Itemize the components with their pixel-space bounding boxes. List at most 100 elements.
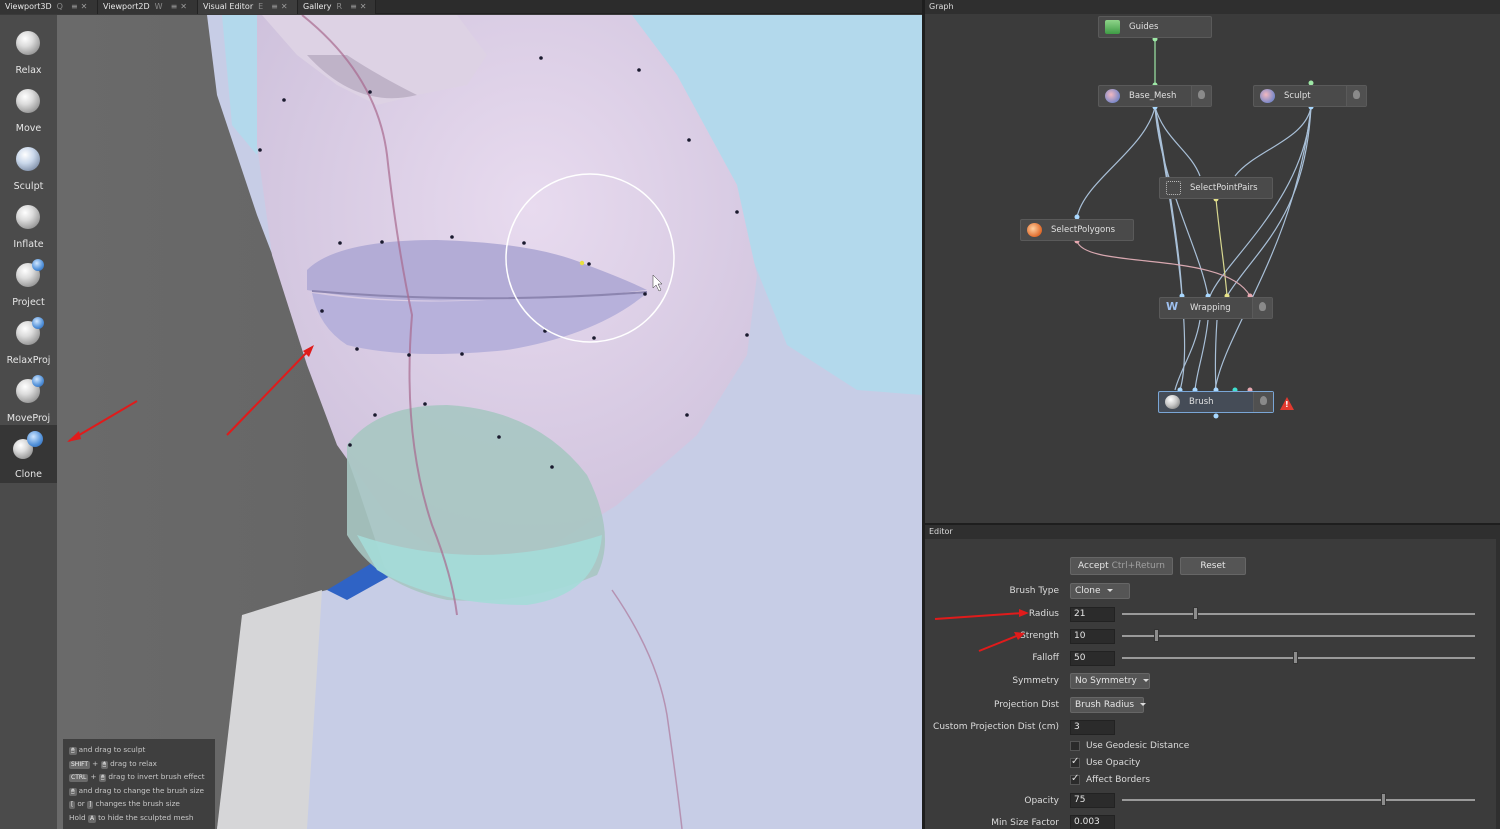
node-base-mesh[interactable]: Base_Mesh — [1098, 85, 1212, 107]
custom-projection-dist-field[interactable]: 3 — [1070, 720, 1115, 735]
warning-icon[interactable]: ! — [1280, 397, 1294, 410]
use-geodesic-label: Use Geodesic Distance — [1086, 741, 1190, 751]
key-badge: SHIFT — [69, 760, 91, 769]
radius-slider-track[interactable] — [1122, 613, 1475, 615]
strength-slider-track[interactable] — [1122, 635, 1475, 637]
node-select-point-pairs[interactable]: SelectPointPairs — [1159, 177, 1273, 199]
visibility-bulb-icon[interactable] — [1252, 298, 1272, 318]
reset-button[interactable]: Reset — [1180, 557, 1246, 575]
tab-label: Gallery — [303, 2, 332, 11]
opacity-field[interactable]: 75 — [1070, 793, 1115, 808]
node-wrapping[interactable]: W Wrapping — [1159, 297, 1273, 319]
tab-visual-editor[interactable]: Visual Editor E ≡✕ — [198, 0, 298, 14]
falloff-field[interactable]: 50 — [1070, 651, 1115, 666]
radius-field[interactable]: 21 — [1070, 607, 1115, 622]
tool-clone[interactable]: Clone — [0, 425, 57, 483]
tab-shortcut: Q — [56, 2, 63, 11]
mouse-icon: 🖱 — [98, 774, 107, 782]
opacity-slider-track[interactable] — [1122, 799, 1475, 801]
projection-dist-dropdown[interactable]: Brush Radius — [1070, 697, 1147, 713]
point-pairs-node-icon — [1166, 181, 1181, 195]
custom-projection-dist-label: Custom Projection Dist (cm) — [933, 722, 1059, 732]
node-brush[interactable]: Brush — [1158, 391, 1274, 413]
tab-menu-close-icon[interactable]: ≡✕ — [71, 2, 90, 11]
visibility-bulb-icon[interactable] — [1253, 392, 1273, 412]
accept-button[interactable]: Accept Ctrl+Return — [1070, 557, 1173, 575]
visibility-bulb-icon[interactable] — [1191, 86, 1211, 106]
use-opacity-label: Use Opacity — [1086, 758, 1141, 768]
tab-menu-close-icon[interactable]: ≡✕ — [171, 2, 190, 11]
falloff-slider-track[interactable] — [1122, 657, 1475, 659]
hint-text: changes the brush size — [95, 799, 180, 808]
annotation-arrows — [934, 609, 1029, 652]
tab-viewport3d[interactable]: Viewport3D Q ≡✕ — [0, 0, 98, 14]
hint-line: [or ] changes the brush size — [69, 797, 209, 811]
tool-sculpt[interactable]: Sculpt — [0, 137, 57, 195]
tab-shortcut: W — [154, 2, 163, 11]
radius-slider-handle[interactable] — [1193, 607, 1198, 620]
editor-scrollbar[interactable] — [1496, 539, 1500, 829]
tab-menu-close-icon[interactable]: ≡✕ — [350, 2, 369, 11]
tab-viewport2d[interactable]: Viewport2D W ≡✕ — [98, 0, 198, 14]
tool-label: Relax — [15, 65, 42, 76]
opacity-slider-handle[interactable] — [1381, 793, 1386, 806]
min-size-factor-field[interactable]: 0.003 — [1070, 815, 1115, 829]
graph-panel[interactable]: Graph Guides Base_Mesh Sculpt SelectPoin… — [925, 0, 1500, 523]
visibility-bulb-icon[interactable] — [1346, 86, 1366, 106]
node-guides[interactable]: Guides — [1098, 16, 1212, 38]
falloff-slider-handle[interactable] — [1293, 651, 1298, 664]
tab-gallery[interactable]: Gallery R ≡✕ — [298, 0, 376, 14]
tool-label: RelaxProj — [6, 355, 51, 366]
relax-brush-icon — [16, 31, 40, 55]
tool-relax[interactable]: Relax — [0, 21, 57, 79]
hint-line: 🖱 and drag to change the brush size — [69, 784, 209, 798]
symmetry-dropdown[interactable]: No Symmetry — [1070, 673, 1150, 689]
tool-label: Project — [12, 297, 45, 308]
tool-label: MoveProj — [6, 413, 51, 424]
affect-borders-label: Affect Borders — [1086, 775, 1151, 785]
checkmark-icon: ✓ — [1071, 773, 1080, 784]
checkmark-icon: ✓ — [1071, 756, 1080, 767]
chevron-down-icon — [1140, 703, 1147, 706]
hint-line: Hold Ato hide the sculpted mesh — [69, 811, 209, 825]
brush-type-dropdown[interactable]: Clone — [1070, 583, 1130, 599]
tool-label: Sculpt — [13, 181, 44, 192]
strength-field[interactable]: 10 — [1070, 629, 1115, 644]
tool-move[interactable]: Move — [0, 79, 57, 137]
tab-shortcut: E — [258, 2, 264, 11]
hint-text: drag to invert brush effect — [108, 772, 205, 781]
affect-borders-checkbox[interactable]: ✓ — [1070, 773, 1080, 785]
tool-moveproj[interactable]: MoveProj — [0, 369, 57, 427]
accept-shortcut: Ctrl+Return — [1111, 561, 1165, 571]
tool-project[interactable]: Project — [0, 253, 57, 311]
project-badge-icon — [32, 375, 44, 387]
wrapping-node-icon: W — [1166, 300, 1179, 313]
brush-node-icon — [1165, 395, 1180, 409]
node-label: Wrapping — [1190, 303, 1231, 313]
strength-slider-handle[interactable] — [1154, 629, 1159, 642]
move-brush-icon — [16, 89, 40, 113]
select-polygons-node-icon — [1027, 223, 1042, 237]
hint-text: drag to relax — [110, 758, 158, 768]
tool-inflate[interactable]: Inflate — [0, 195, 57, 253]
use-geodesic-checkbox[interactable] — [1070, 741, 1080, 751]
3d-viewport[interactable]: 🖱 and drag to sculpt SHIFT + 🖱 drag to rela… — [57, 15, 922, 829]
node-label: Brush — [1189, 397, 1214, 407]
brush-toolbar: Relax Move Sculpt Inflate Project RelaxP… — [0, 15, 57, 829]
tab-menu-close-icon[interactable]: ≡✕ — [271, 2, 290, 11]
editor-panel-title: Editor — [925, 525, 1500, 539]
node-label: Guides — [1129, 22, 1159, 32]
brush-type-label: Brush Type — [1009, 586, 1059, 596]
graph-connections — [1074, 36, 1314, 419]
symmetry-value: No Symmetry — [1075, 676, 1137, 686]
node-select-polygons[interactable]: SelectPolygons — [1020, 219, 1134, 241]
editor-panel: Editor Accept Ctrl+Return Reset Brush Ty… — [925, 525, 1500, 829]
hint-line: CTRL + 🖱 drag to invert brush effect — [69, 772, 205, 782]
accept-label: Accept — [1078, 561, 1109, 571]
node-label: Sculpt — [1284, 91, 1311, 101]
use-opacity-checkbox[interactable]: ✓ — [1070, 756, 1080, 768]
node-label: Base_Mesh — [1129, 91, 1177, 101]
tool-relaxproj[interactable]: RelaxProj — [0, 311, 57, 369]
opacity-label: Opacity — [1024, 796, 1059, 806]
node-sculpt[interactable]: Sculpt — [1253, 85, 1367, 107]
